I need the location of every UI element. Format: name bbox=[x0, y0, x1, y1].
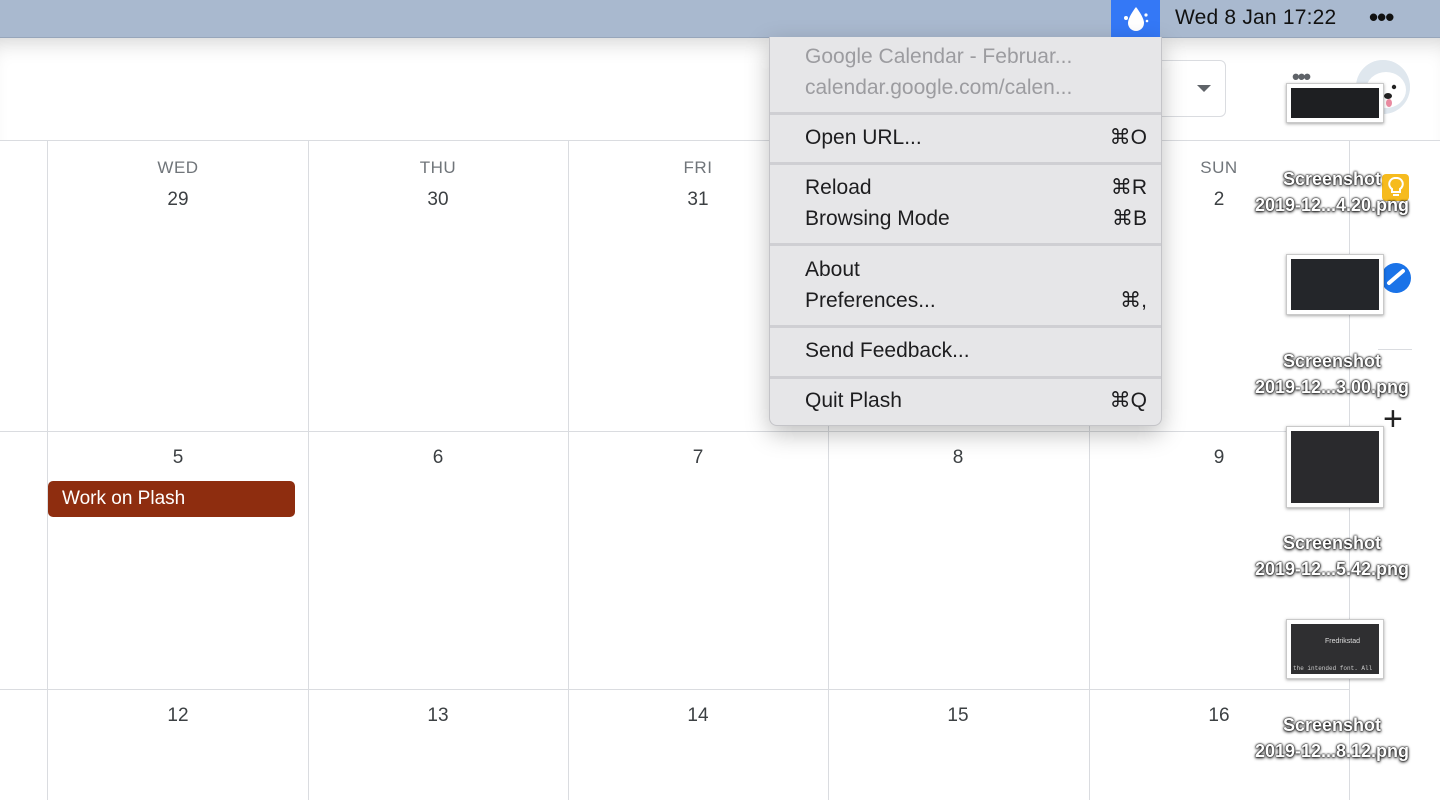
menu-shortcut: ⌘B bbox=[1111, 207, 1147, 230]
menu-page-url: calendar.google.com/calen... bbox=[805, 76, 1073, 99]
menu-item-quit[interactable]: Quit Plash ⌘Q bbox=[805, 386, 1147, 416]
menu-shortcut: ⌘, bbox=[1120, 289, 1147, 312]
menu-separator bbox=[770, 243, 1161, 246]
day-number[interactable]: 7 bbox=[568, 447, 828, 469]
file-label[interactable]: Screenshot 2019-12...3.00.png bbox=[1232, 348, 1432, 400]
day-of-week-label: WED bbox=[157, 158, 199, 177]
file-label[interactable]: Screenshot 2019-12...4.20.png bbox=[1232, 166, 1432, 218]
file-label[interactable]: Screenshot 2019-12...8.12.png bbox=[1232, 712, 1432, 764]
day-number[interactable]: 8 bbox=[828, 447, 1088, 469]
menu-item-open-url[interactable]: Open URL... ⌘O bbox=[805, 123, 1147, 153]
grid-line bbox=[47, 140, 48, 800]
tasks-icon[interactable] bbox=[1381, 263, 1411, 293]
day-number[interactable]: 15 bbox=[828, 705, 1088, 727]
day-number[interactable]: 29 bbox=[48, 189, 308, 211]
menu-item-reload[interactable]: Reload ⌘R bbox=[805, 173, 1147, 203]
day-number[interactable]: 30 bbox=[308, 189, 568, 211]
menu-item-browsing-mode[interactable]: Browsing Mode ⌘B bbox=[805, 204, 1147, 234]
file-thumbnail[interactable] bbox=[1286, 83, 1384, 123]
menu-separator bbox=[770, 376, 1161, 379]
calendar-event[interactable]: Work on Plash bbox=[48, 481, 295, 517]
grid-line bbox=[0, 431, 1350, 432]
menu-shortcut: ⌘R bbox=[1110, 176, 1147, 199]
file-thumbnail[interactable]: Fredrikstad the intended font. All bbox=[1286, 619, 1384, 679]
grid-line bbox=[0, 689, 1350, 690]
day-number[interactable]: 6 bbox=[308, 447, 568, 469]
day-number[interactable]: 5 bbox=[48, 447, 308, 469]
menubar-clock[interactable]: Wed 8 Jan 17:22 bbox=[1175, 6, 1336, 30]
menubar-more-icon[interactable]: ••• bbox=[1369, 2, 1394, 33]
thumbnail-caption: the intended font. All bbox=[1293, 665, 1373, 672]
menu-bar: Wed 8 Jan 17:22 ••• bbox=[0, 0, 1440, 38]
grid-line bbox=[308, 140, 309, 800]
plash-drop-icon[interactable] bbox=[1111, 0, 1160, 37]
file-label[interactable]: Screenshot 2019-12...5.42.png bbox=[1232, 530, 1432, 582]
day-number[interactable]: 12 bbox=[48, 705, 308, 727]
day-number[interactable]: 14 bbox=[568, 705, 828, 727]
menu-separator bbox=[770, 162, 1161, 165]
menu-shortcut: ⌘Q bbox=[1109, 389, 1147, 412]
chevron-down-icon bbox=[1197, 85, 1211, 92]
menu-item-preferences[interactable]: Preferences... ⌘, bbox=[805, 286, 1147, 316]
menu-item-about[interactable]: About bbox=[805, 255, 1147, 285]
menu-separator bbox=[770, 112, 1161, 115]
file-thumbnail[interactable] bbox=[1286, 254, 1384, 315]
day-number[interactable]: 13 bbox=[308, 705, 568, 727]
day-of-week-label: THU bbox=[419, 158, 457, 177]
menu-separator bbox=[770, 325, 1161, 328]
file-thumbnail[interactable] bbox=[1286, 426, 1384, 508]
grid-line bbox=[568, 140, 569, 800]
add-icon[interactable]: + bbox=[1383, 402, 1403, 436]
plash-menu: Google Calendar - Februar... calendar.go… bbox=[769, 37, 1162, 426]
menu-page-title: Google Calendar - Februar... bbox=[805, 45, 1073, 68]
menu-item-send-feedback[interactable]: Send Feedback... bbox=[805, 336, 1147, 366]
thumbnail-text: Fredrikstad bbox=[1325, 638, 1361, 645]
menu-shortcut: ⌘O bbox=[1109, 126, 1147, 149]
